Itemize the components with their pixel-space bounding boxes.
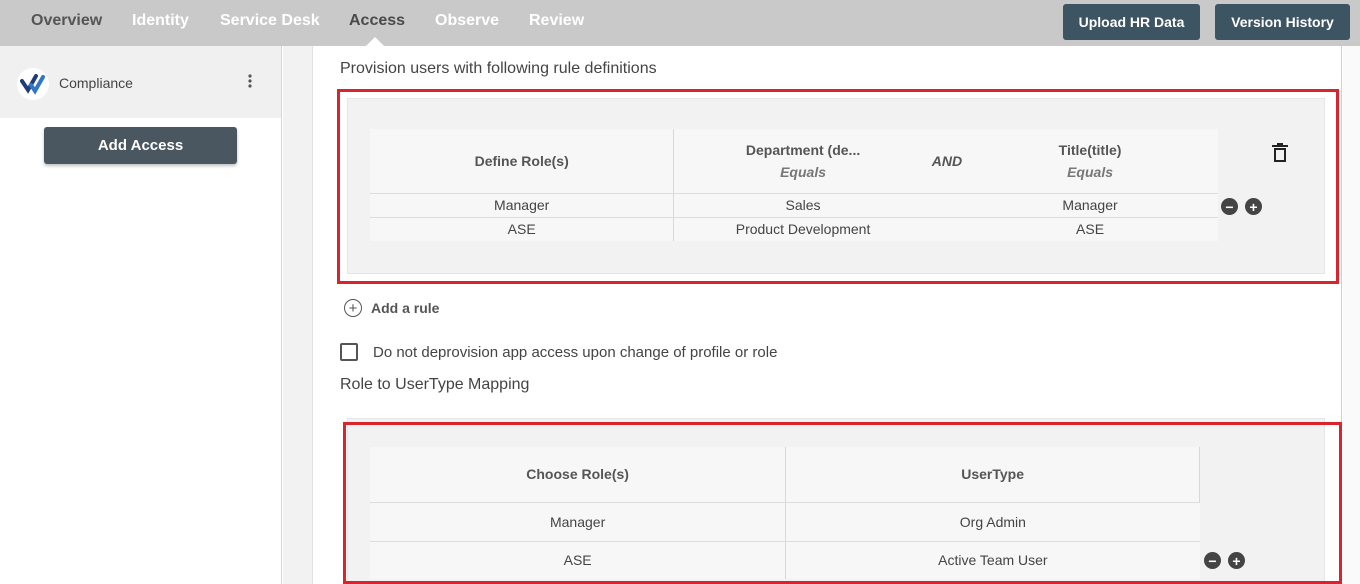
sidebar-app-header[interactable]: Compliance (0, 46, 281, 118)
deprovision-checkbox-label: Do not deprovision app access upon chang… (373, 344, 778, 361)
tab-overview[interactable]: Overview (31, 12, 102, 30)
tab-access[interactable]: Access (349, 12, 405, 30)
deprovision-checkbox[interactable] (340, 343, 358, 361)
add-rule-button[interactable]: + Add a rule (344, 299, 439, 317)
tab-observe[interactable]: Observe (435, 12, 499, 30)
version-history-button[interactable]: Version History (1215, 4, 1350, 40)
tab-service-desk[interactable]: Service Desk (220, 12, 320, 30)
upload-hr-data-button[interactable]: Upload HR Data (1063, 4, 1200, 40)
content-gutter (283, 46, 313, 584)
add-rule-label: Add a rule (371, 300, 440, 316)
highlight-mapping-panel (343, 422, 1342, 584)
mapping-heading: Role to UserType Mapping (340, 376, 530, 393)
provision-heading: Provision users with following rule defi… (340, 60, 657, 77)
kebab-menu-icon[interactable] (243, 72, 257, 92)
active-tab-indicator (366, 37, 384, 46)
app-logo (17, 68, 49, 100)
highlight-rule-panel (337, 89, 1339, 284)
sidebar: Compliance Add Access (0, 46, 282, 584)
page-scrollbar[interactable] (1343, 46, 1360, 584)
compliance-logo-icon (20, 74, 45, 95)
tab-review[interactable]: Review (529, 12, 584, 30)
sidebar-app-name: Compliance (59, 75, 133, 91)
top-nav-bar: Overview Identity Service Desk Access Ob… (0, 0, 1360, 46)
plus-circle-outline-icon: + (344, 299, 362, 317)
add-access-button[interactable]: Add Access (44, 127, 237, 164)
tab-identity[interactable]: Identity (132, 12, 189, 30)
